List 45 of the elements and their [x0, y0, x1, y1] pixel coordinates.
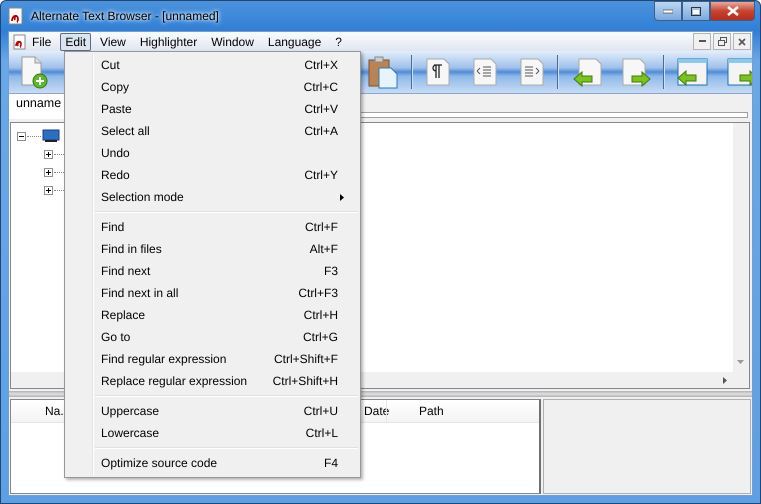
- window-title: Alternate Text Browser - [unnamed]: [31, 8, 219, 22]
- shortcut-text: Ctrl+U: [304, 404, 338, 418]
- menu-item[interactable]: Replace regular expression Ctrl+Shift+H: [67, 370, 358, 392]
- column-header[interactable]: Date: [364, 404, 390, 418]
- menu-bar-item[interactable]: Window: [206, 32, 259, 50]
- shortcut-text: Ctrl+L: [306, 426, 338, 440]
- menu-bar-item[interactable]: Highlighter: [134, 32, 202, 50]
- shortcut-text: Ctrl+F: [305, 220, 338, 234]
- menu-bar-item[interactable]: Edit: [60, 32, 92, 50]
- shortcut-text: Ctrl+C: [304, 80, 338, 94]
- menu-item[interactable]: Uppercase Ctrl+U: [67, 400, 358, 422]
- menu-item[interactable]: Copy Ctrl+C: [67, 76, 358, 98]
- shortcut-text: F3: [324, 264, 338, 278]
- menu-item[interactable]: Replace Ctrl+H: [67, 304, 358, 326]
- menu-item[interactable]: Selection mode: [67, 186, 358, 208]
- menu-item[interactable]: Find regular expression Ctrl+Shift+F: [67, 348, 358, 370]
- menu-item[interactable]: Find next F3: [67, 260, 358, 282]
- menu-item[interactable]: Go to Ctrl+G: [67, 326, 358, 348]
- shortcut-text: Ctrl+Shift+F: [274, 352, 338, 366]
- shortcut-text: F4: [324, 456, 338, 470]
- menu-item[interactable]: Lowercase Ctrl+L: [67, 422, 358, 444]
- shortcut-text: Ctrl+Shift+H: [272, 374, 338, 388]
- menu-bar-item[interactable]: ?: [330, 32, 347, 50]
- shortcut-text: Ctrl+Y: [304, 168, 338, 182]
- menu-item[interactable]: Cut Ctrl+X: [67, 54, 358, 76]
- menu-item[interactable]: Find Ctrl+F: [67, 216, 358, 238]
- menu-item[interactable]: Paste Ctrl+V: [67, 98, 358, 120]
- menu-item[interactable]: Find in files Alt+F: [67, 238, 358, 260]
- column-header[interactable]: Path: [419, 404, 444, 418]
- menu-bar-item[interactable]: Language: [262, 32, 326, 50]
- shortcut-text: Ctrl+A: [304, 124, 338, 138]
- menu-bar-item[interactable]: View: [95, 32, 131, 50]
- menu-bar-item[interactable]: File: [27, 32, 56, 50]
- menu-item[interactable]: Optimize source code F4: [67, 452, 358, 474]
- shortcut-text: Alt+F: [310, 242, 338, 256]
- shortcut-text: Ctrl+V: [304, 102, 338, 116]
- shortcut-text: Ctrl+G: [302, 330, 338, 344]
- menu-item[interactable]: Undo: [67, 142, 358, 164]
- column-header[interactable]: Na.: [45, 404, 64, 418]
- shortcut-text: Ctrl+F3: [298, 286, 338, 300]
- shortcut-text: Ctrl+H: [304, 308, 338, 322]
- menu-item[interactable]: Find next in all Ctrl+F3: [67, 282, 358, 304]
- shortcut-text: Ctrl+X: [304, 58, 338, 72]
- menu-item[interactable]: Redo Ctrl+Y: [67, 164, 358, 186]
- menu-item[interactable]: Select all Ctrl+A: [67, 120, 358, 142]
